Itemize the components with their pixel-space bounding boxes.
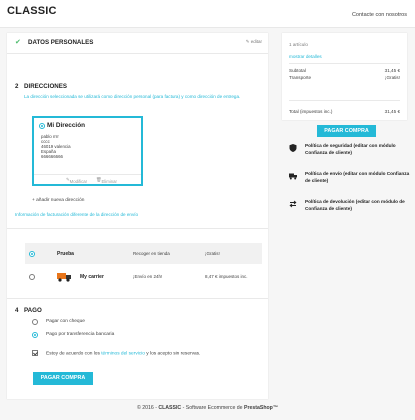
payment-radio[interactable] — [32, 319, 38, 325]
cart-summary: 1 artículo mostrar detalles Subtotal 31,… — [282, 33, 407, 120]
step-number: 2 — [15, 83, 19, 90]
site-footer: © 2016 - CLASSIC - Software Ecommerce de… — [0, 405, 415, 411]
summary-divider — [289, 63, 400, 64]
summary-divider — [289, 100, 400, 101]
shipping-value: ¡Gratis! — [384, 75, 400, 80]
carrier-price: 8,47 € impuestos inc. — [205, 274, 248, 279]
carrier-radio[interactable] — [29, 274, 35, 280]
address-help-text: La dirección seleccionada se utilizará c… — [24, 94, 241, 99]
carrier-option[interactable]: My carrier ¡Envío en 24h! 8,47 € impuest… — [25, 266, 262, 290]
total-label: Total (impuestos inc.) — [289, 109, 333, 114]
step-personal-info[interactable]: ✔ Datos personales ✎ editar — [7, 33, 268, 54]
total-row: Total (impuestos inc.) 31,45 € — [289, 109, 400, 114]
billing-address-link[interactable]: Información de facturación diferente de … — [15, 212, 138, 217]
truck-icon — [57, 273, 71, 282]
place-order-button[interactable]: Pagar compra — [33, 372, 93, 385]
payment-option-label: Pagar con cheque — [46, 319, 85, 324]
address-card[interactable]: Mi Dirección pablo rrrr cccc 46019 valen… — [32, 116, 143, 186]
step-title: Datos personales — [28, 39, 94, 46]
footer-prefix: © 2016 - — [136, 405, 159, 411]
terms-suffix: y los acepto sin reservas. — [144, 351, 201, 357]
carrier-option[interactable]: Prueba Recoger en tienda ¡Gratis! — [25, 243, 262, 264]
show-details-link[interactable]: mostrar detalles — [289, 54, 322, 59]
terms-prefix: Estoy de acuerdo con los — [46, 351, 102, 357]
step-title: Pago — [24, 307, 42, 314]
carrier-name: My carrier — [80, 274, 104, 280]
subtotal-row: Subtotal 31,45 € — [289, 68, 400, 73]
checkout-steps: ✔ Datos personales ✎ editar 2 Direccione… — [7, 33, 268, 399]
step-number: 4 — [15, 307, 19, 314]
delete-address-link[interactable]: 🗑 Eliminar — [96, 177, 117, 184]
carrier-delay: ¡Envío en 24h! — [133, 274, 163, 279]
check-icon: ✔ — [15, 39, 21, 46]
shipping-label: Transporte — [289, 75, 312, 80]
payment-option-label: Pago por transferencia bancaria — [46, 332, 115, 337]
address-alias: Mi Dirección — [47, 122, 85, 129]
contact-link[interactable]: Contacte con nosotros — [352, 12, 407, 18]
footer-software[interactable]: PrestaShop™ — [244, 405, 278, 411]
site-header: CLASSIC Contacte con nosotros — [0, 0, 415, 28]
total-value: 31,45 € — [384, 109, 400, 114]
footer-brand: CLASSIC — [158, 405, 182, 411]
address-line: 666666666 — [41, 154, 63, 159]
step-payment: 4 Pago Pagar con cheque Pago por transfe… — [7, 299, 268, 399]
address-actions: ✎ Modificar 🗑 Eliminar — [34, 174, 141, 184]
summary-order-button[interactable]: Pagar compra — [317, 125, 376, 137]
step-addresses: 2 Direcciones La dirección seleccionada … — [7, 54, 268, 229]
modify-address-link[interactable]: ✎ Modificar — [66, 177, 87, 184]
subtotal-label: Subtotal — [289, 68, 306, 73]
terms-agreement: Estoy de acuerdo con los términos del se… — [32, 350, 200, 356]
shield-icon — [289, 144, 297, 152]
carrier-delay: Recoger en tienda — [133, 251, 170, 256]
edit-link[interactable]: ✎ editar — [246, 39, 262, 45]
truck-icon — [289, 173, 297, 180]
address-radio[interactable] — [39, 123, 45, 129]
site-logo[interactable]: CLASSIC — [7, 5, 57, 17]
terms-checkbox[interactable] — [32, 350, 38, 356]
reassurance-text: Política de seguridad (editar con módulo… — [305, 143, 396, 155]
reassurance-text: Política de devolución (editar con módul… — [305, 199, 405, 211]
carrier-name: Prueba — [57, 251, 74, 257]
exchange-arrows-icon — [289, 200, 297, 208]
reassurance-text: Política de envío (editar con módulo Con… — [305, 171, 410, 183]
carrier-radio[interactable] — [29, 251, 35, 257]
step-title: Direcciones — [24, 83, 67, 90]
shipping-row: Transporte ¡Gratis! — [289, 75, 400, 80]
cart-item-count: 1 artículo — [289, 42, 308, 47]
carrier-price: ¡Gratis! — [205, 251, 220, 256]
footer-middle: - Software Ecommerce de — [181, 405, 245, 411]
address-lines: pablo rrrr cccc 46019 valencia España 66… — [41, 134, 71, 159]
payment-radio[interactable] — [32, 332, 38, 338]
terms-link[interactable]: términos del servicio — [101, 351, 145, 356]
step-shipping: Prueba Recoger en tienda ¡Gratis! My car… — [7, 229, 268, 299]
subtotal-value: 31,45 € — [384, 68, 400, 73]
add-address-link[interactable]: + añadir nueva dirección — [32, 198, 84, 203]
